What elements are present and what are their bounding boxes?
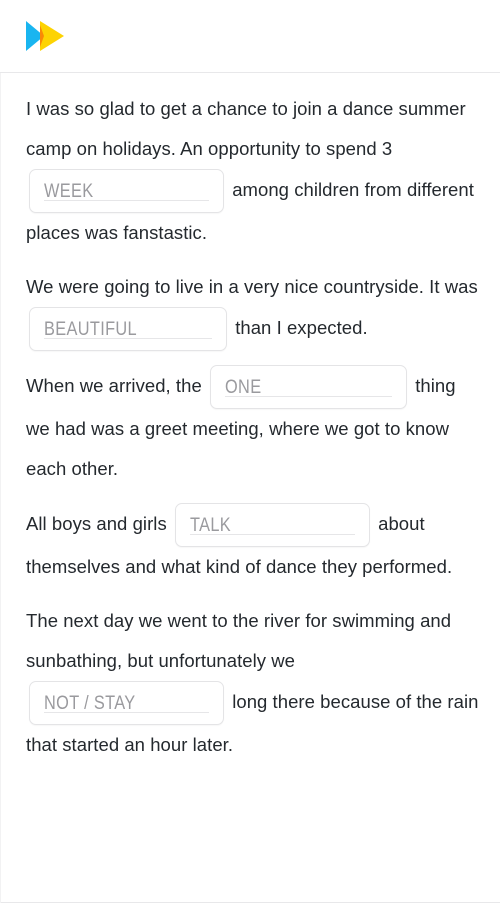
gap-input-beautiful-placeholder: BEAUTIFUL — [44, 319, 137, 340]
exercise-page: I was so glad to get a chance to join a … — [0, 0, 500, 903]
exercise-sentence-1: I was so glad to get a chance to join a … — [26, 73, 480, 253]
sentence-3-before: When we arrived, the — [26, 374, 207, 396]
app-header — [0, 0, 500, 73]
gap-input-one-placeholder: ONE — [225, 377, 262, 398]
sentence-2-after: than I expected. — [230, 316, 368, 338]
exercise-sentence-3: When we arrived, the ONE thing we had wa… — [26, 351, 480, 489]
gap-input-not-stay-inner: NOT / STAY — [44, 682, 209, 724]
gap-input-one-inner: ONE — [225, 366, 392, 408]
gap-input-not-stay[interactable]: NOT / STAY — [29, 681, 224, 725]
exercise-sentence-5: The next day we went to the river for sw… — [26, 587, 480, 765]
gap-input-week[interactable]: WEEK — [29, 169, 224, 213]
double-play-arrow-logo[interactable] — [20, 16, 70, 56]
sentence-5-before: The next day we went to the river for sw… — [26, 610, 457, 671]
exercise-content: I was so glad to get a chance to join a … — [0, 73, 500, 903]
sentence-4-before: All boys and girls — [26, 512, 172, 534]
exercise-sentence-2: We were going to live in a very nice cou… — [26, 253, 480, 351]
exercise-sentence-4: All boys and girls TALK about themselves… — [26, 489, 480, 587]
gap-input-week-inner: WEEK — [44, 170, 209, 212]
sentence-1-before: I was so glad to get a chance to join a … — [26, 98, 471, 159]
gap-input-week-placeholder: WEEK — [44, 181, 94, 202]
gap-input-beautiful-inner: BEAUTIFUL — [44, 308, 212, 350]
gap-input-talk[interactable]: TALK — [174, 503, 370, 547]
gap-input-talk-inner: TALK — [189, 504, 355, 546]
gap-input-beautiful[interactable]: BEAUTIFUL — [29, 307, 227, 351]
gap-input-talk-placeholder: TALK — [189, 515, 231, 536]
gap-input-one[interactable]: ONE — [210, 365, 407, 409]
gap-input-not-stay-placeholder: NOT / STAY — [44, 693, 136, 714]
sentence-2-before: We were going to live in a very nice cou… — [26, 276, 484, 297]
